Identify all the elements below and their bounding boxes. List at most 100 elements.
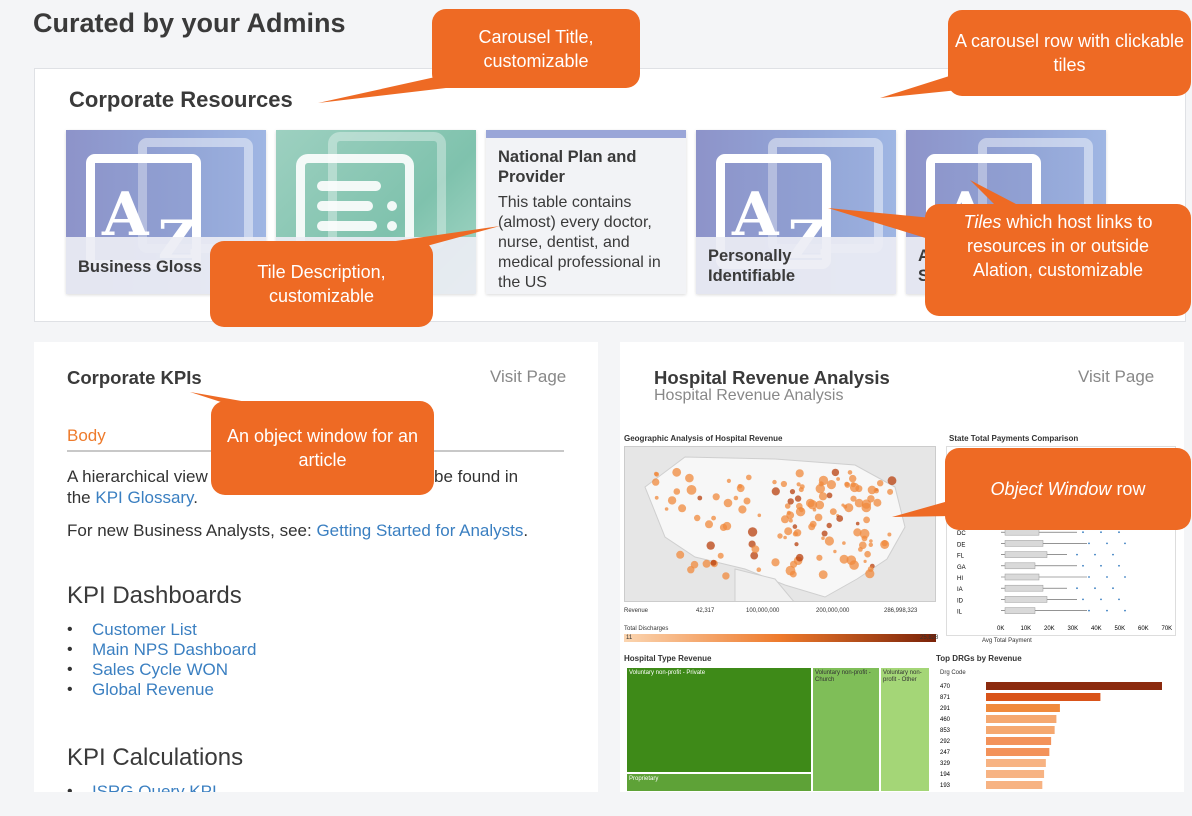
axis-tick: 50K: [1115, 626, 1126, 632]
kpi-glossary-link[interactable]: KPI Glossary: [95, 488, 193, 507]
drg-code: 194: [940, 772, 951, 778]
revenue-dot: [809, 520, 817, 528]
outlier-dot: [1088, 576, 1090, 578]
state-axis-label: Avg Total Payment: [982, 638, 1032, 644]
revenue-dot: [818, 492, 828, 501]
axis-tick: 0K: [997, 626, 1004, 632]
revenue-dot: [777, 533, 783, 539]
revenue-dot: [710, 559, 717, 566]
box: [1004, 562, 1036, 570]
list-item[interactable]: Main NPS Dashboard: [67, 640, 256, 660]
revenue-dot: [844, 482, 851, 488]
outlier-dot: [1076, 553, 1078, 556]
state-code: HI: [957, 576, 963, 582]
revenue-dot: [722, 572, 730, 580]
revenue-dot: [847, 470, 853, 475]
axis-tick: 70K: [1162, 626, 1173, 632]
geo-map[interactable]: [624, 446, 936, 602]
viz-title: Top DRGs by Revenue: [936, 654, 1022, 663]
paragraph-line2: the KPI Glossary.: [67, 488, 199, 507]
axis-tick: 60K: [1138, 626, 1149, 632]
revenue-dot: [652, 478, 660, 486]
callout-object-window-row: Object Window row: [945, 448, 1191, 530]
revenue-dot: [756, 567, 762, 572]
paragraph-end: be found in: [434, 467, 519, 486]
revenue-dot: [746, 474, 752, 481]
revenue-dot: [686, 485, 697, 495]
revenue-dot: [672, 467, 682, 477]
revenue-dot: [789, 489, 796, 495]
viz-title: Geographic Analysis of Hospital Revenue: [624, 434, 783, 443]
box: [1004, 584, 1044, 592]
revenue-dot: [667, 496, 677, 505]
section-heading: KPI Dashboards: [67, 582, 242, 609]
list-item[interactable]: Sales Cycle WON: [67, 660, 256, 680]
drg-bar: [986, 781, 1043, 789]
revenue-dot: [887, 488, 894, 495]
drg-code: 871: [940, 695, 951, 701]
revenue-dot: [757, 513, 762, 518]
revenue-dot: [815, 500, 825, 510]
revenue-dot: [736, 484, 745, 493]
outlier-dot: [1082, 598, 1084, 601]
tile-national-plan-provider[interactable]: National Plan and Provider This table co…: [486, 130, 686, 294]
revenue-dot: [784, 527, 793, 536]
revenue-dot: [887, 476, 897, 486]
box: [1004, 528, 1040, 536]
revenue-dot: [789, 570, 797, 578]
outlier-dot: [1124, 609, 1126, 612]
outlier-dot: [1118, 598, 1120, 601]
callout-tiles: Tiles which host links to resources in o…: [925, 204, 1191, 316]
revenue-dot: [846, 555, 857, 565]
visit-page-link[interactable]: Visit Page: [1078, 367, 1154, 387]
revenue-dot: [869, 539, 873, 543]
revenue-dot: [702, 559, 711, 568]
discharges-gradient: [624, 634, 936, 642]
outlier-dot: [1094, 553, 1096, 556]
revenue-dot: [722, 521, 732, 531]
card-subtitle: Hospital Revenue Analysis: [654, 387, 844, 404]
getting-started-link[interactable]: Getting Started for Analysts: [316, 521, 523, 540]
tile-title: National Plan and Provider: [498, 148, 637, 186]
revenue-dot: [706, 541, 715, 550]
list-item[interactable]: Customer List: [67, 620, 256, 640]
revenue-dot: [711, 515, 716, 521]
revenue-dot: [821, 530, 828, 537]
revenue-dot: [818, 481, 824, 487]
drg-bar: [986, 726, 1055, 734]
revenue-dot: [821, 536, 825, 540]
revenue-dot: [873, 498, 882, 507]
outlier-dot: [1118, 564, 1120, 567]
outlier-dot: [1124, 576, 1126, 578]
outlier-dot: [1112, 587, 1114, 590]
revenue-dot: [826, 492, 833, 499]
revenue-dot: [654, 472, 660, 477]
hospital-type-treemap[interactable]: Voluntary non-profit - Private Voluntary…: [626, 667, 930, 792]
drg-bar: [986, 770, 1045, 778]
revenue-dot: [863, 559, 867, 563]
box: [1004, 551, 1048, 558]
revenue-dot: [771, 487, 780, 496]
revenue-dot: [726, 478, 731, 483]
tile-personally-identifiable[interactable]: A Z Personally Identifiable: [696, 130, 896, 294]
revenue-dot: [787, 498, 794, 505]
revenue-dot: [738, 505, 747, 514]
list-item[interactable]: ISRG Query KPI: [67, 782, 217, 792]
revenue-dot: [771, 558, 780, 567]
revenue-dot: [723, 498, 733, 508]
visit-page-link[interactable]: Visit Page: [490, 367, 566, 387]
revenue-dot: [867, 566, 874, 572]
drg-bar-chart[interactable]: 470 871 291 460 853 292 247 329 194 193: [936, 676, 1180, 792]
revenue-dot: [861, 535, 868, 542]
revenue-dot: [864, 550, 871, 558]
outlier-dot: [1106, 609, 1108, 612]
us-map-svg: [644, 456, 906, 601]
outlier-dot: [1082, 564, 1084, 567]
list-item[interactable]: Global Revenue: [67, 680, 256, 700]
revenue-dot: [850, 482, 856, 488]
tile-label: Identifiable: [708, 267, 796, 285]
callout-carousel-title: Carousel Title, customizable: [432, 9, 640, 88]
revenue-dot: [867, 495, 875, 503]
axis-tick: 30K: [1068, 626, 1079, 632]
drg-bar: [986, 759, 1046, 767]
